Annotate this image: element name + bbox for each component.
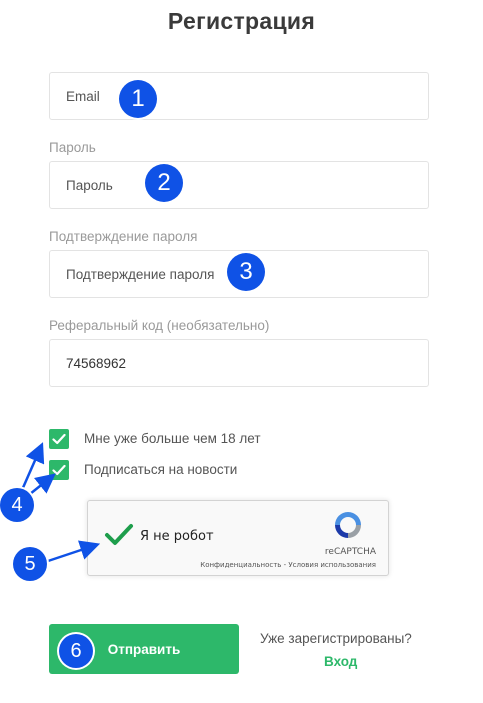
arrow-to-newsletter-checkbox (29, 473, 56, 495)
annotation-badge-5: 5 (13, 547, 47, 581)
annotation-badge-2: 2 (145, 164, 183, 202)
annotation-badge-4: 4 (0, 488, 34, 522)
annotation-badge-1: 1 (119, 80, 157, 118)
arrow-to-recaptcha (47, 540, 101, 563)
annotation-badge-3: 3 (227, 253, 265, 291)
annotation-arrows (20, 442, 101, 563)
arrow-to-age-checkbox (20, 442, 45, 491)
annotation-badge-6: 6 (59, 634, 93, 668)
